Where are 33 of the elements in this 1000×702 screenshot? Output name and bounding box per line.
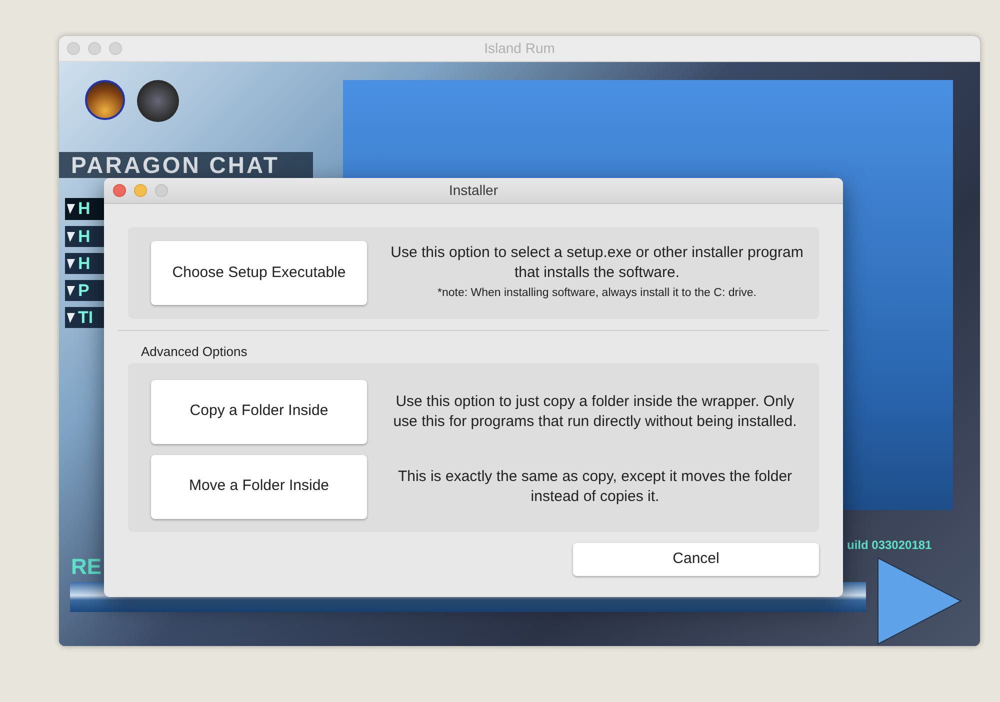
menu-label: H [78,199,90,219]
menu-item[interactable]: TI [65,307,105,328]
menu-label: H [78,226,90,246]
option-note: *note: When installing software, always install it to the C: drive. [438,286,756,302]
menu-label: P [78,280,90,300]
choose-setup-button[interactable]: Choose Setup Executable [151,241,367,305]
menu-label: TI [78,308,94,328]
menu-item[interactable]: H [65,226,105,247]
option-description: This is exactly the same as copy, except it moves the folder instead of copies it. [396,466,794,506]
menu-item[interactable]: H [65,253,105,274]
caret-icon [67,286,75,296]
folder-option-button[interactable]: Copy a Folder Inside [151,380,367,444]
dialog-title: Installer [448,181,498,200]
minimize-button[interactable] [134,184,147,197]
section-heading: Advanced Options [141,343,248,361]
build-label: uild 033020181 [847,537,932,554]
window-title: Island Rum [484,39,555,58]
close-button[interactable] [67,42,80,55]
menu-item[interactable]: P [65,280,105,301]
folder-option-button[interactable]: Move a Folder Inside [151,454,367,518]
minimize-button[interactable] [88,42,101,55]
option-description: Use this option to just copy a folder inside the wrapper. Only use this for programs that run directly without being installed. [392,392,798,432]
caret-icon [67,258,75,268]
menu-label: H [78,254,90,274]
cancel-button[interactable]: Cancel [573,542,819,576]
app-logo-text: PARAGON CHAT [59,152,313,178]
close-button[interactable] [113,184,126,197]
option-description: Use this option to select a setup.exe or other installer program that installs the software. [390,243,804,284]
caret-icon [67,312,75,322]
zoom-button[interactable] [109,42,122,55]
play-icon[interactable] [877,557,963,645]
caret-icon [67,204,75,214]
caret-icon [67,232,75,242]
